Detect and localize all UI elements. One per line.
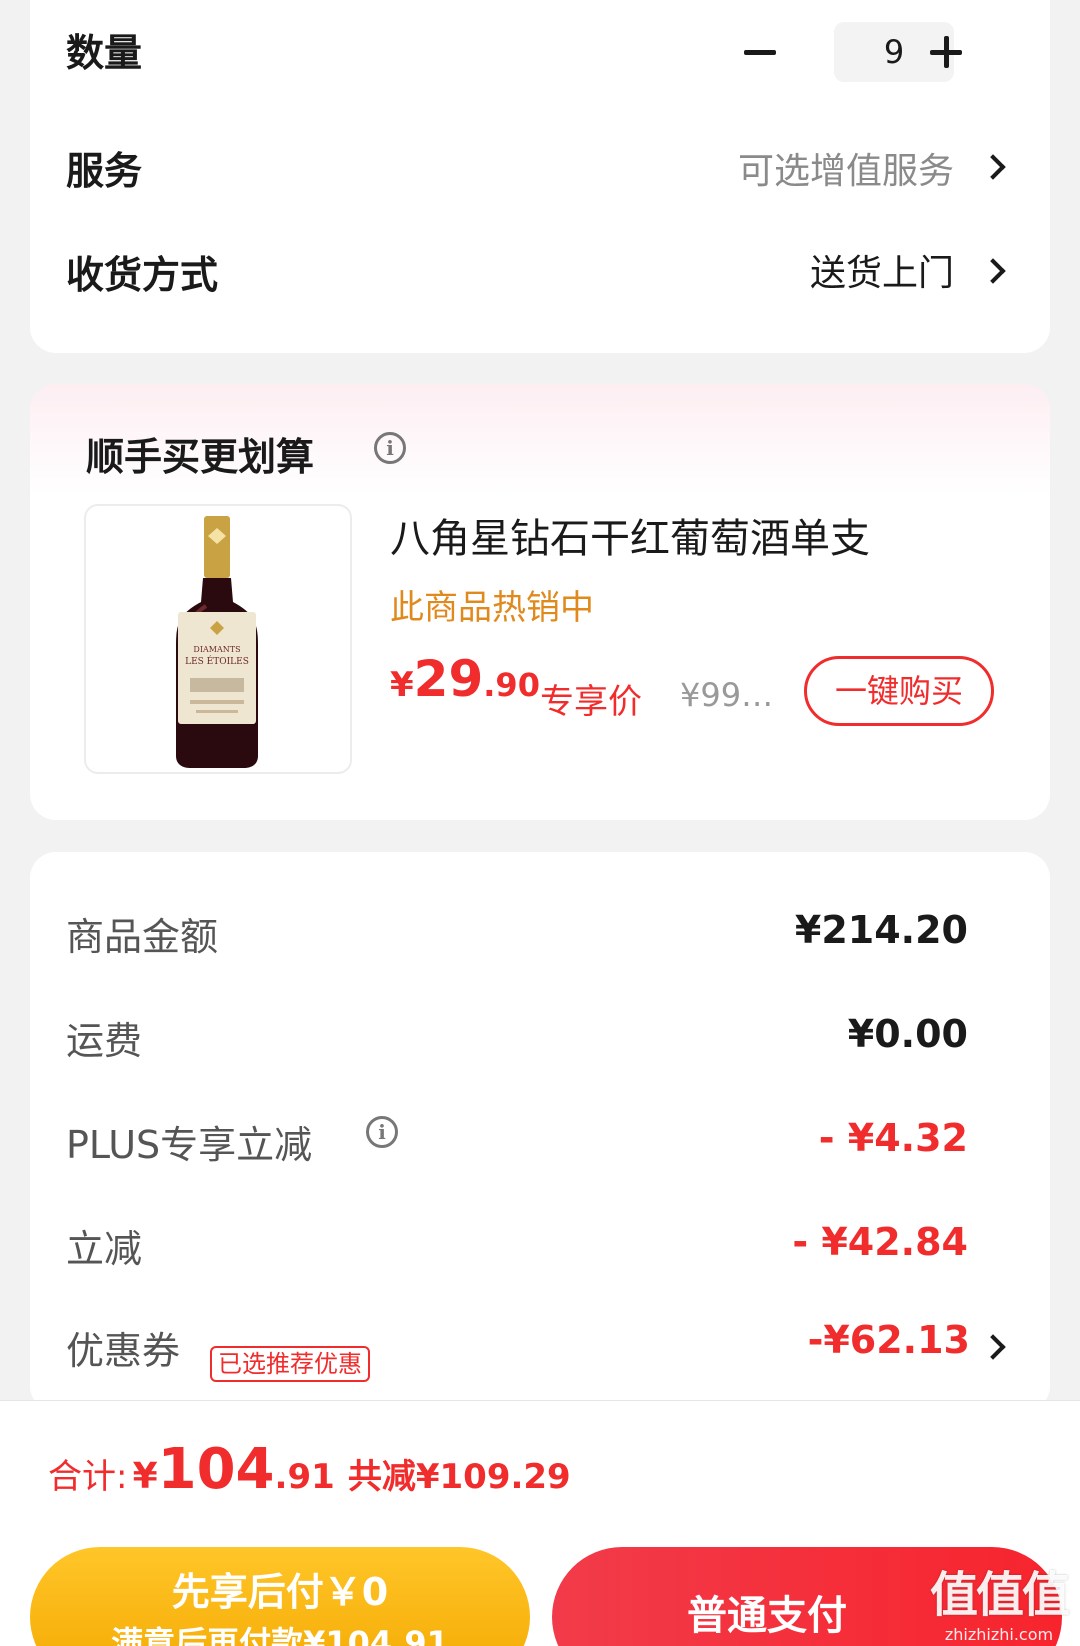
delivery-chevron-icon <box>982 258 1006 282</box>
plus-info-icon[interactable]: i <box>366 1116 398 1148</box>
coupon-value: -¥62.13 <box>807 1318 970 1362</box>
instant-discount-value: - ¥42.84 <box>792 1220 968 1264</box>
recommend-title: 顺手买更划算 <box>86 435 315 479</box>
total-saving: 共减¥109.29 <box>347 1457 571 1497</box>
recommend-card: 顺手买更划算 i DIAMANTS LES ÉTOILES 八角星钻石干红葡萄酒… <box>30 384 1050 820</box>
product-price-currency: ¥ <box>390 665 414 705</box>
product-price-tag: 专享价 <box>540 682 642 722</box>
total-label: 合计: <box>48 1457 128 1497</box>
product-price-dec: .90 <box>483 666 540 704</box>
wine-bottle-icon: DIAMANTS LES ÉTOILES <box>176 516 258 768</box>
shipping-label: 运费 <box>66 1019 143 1063</box>
service-value: 可选增值服务 <box>737 151 954 192</box>
product-hot-text: 此商品热销中 <box>390 588 594 628</box>
delivery-label: 收货方式 <box>66 253 219 297</box>
total-currency: ¥ <box>132 1456 158 1497</box>
wine-label-line1: DIAMANTS <box>193 645 240 654</box>
total-int: 104 <box>157 1437 275 1502</box>
total-dec: .91 <box>274 1457 335 1497</box>
goods-amount-value: ¥214.20 <box>794 908 968 952</box>
order-options-card: 数量 9 服务 可选增值服务 收货方式 送货上门 <box>30 0 1050 353</box>
wine-label-line2: LES ÉTOILES <box>185 655 249 667</box>
price-summary-card: 商品金额 ¥214.20 运费 ¥0.00 PLUS专享立减 i - ¥4.32… <box>30 852 1050 1412</box>
coupon-label: 优惠券 <box>66 1329 181 1373</box>
watermark-sub: zhizhizhi.com <box>944 1625 1054 1644</box>
total-line: 合计: ¥104.91 共减¥109.29 <box>48 1437 571 1502</box>
quantity-label: 数量 <box>66 31 143 75</box>
instant-discount-label: 立减 <box>66 1227 143 1271</box>
watermark-logo: 值值值 zhizhizhi.com <box>929 1555 1070 1644</box>
info-icon[interactable]: i <box>374 432 406 464</box>
product-image[interactable]: DIAMANTS LES ÉTOILES <box>84 504 352 774</box>
service-label: 服务 <box>66 149 143 193</box>
one-click-buy-button[interactable]: 一键购买 <box>804 656 994 726</box>
coupon-tag: 已选推荐优惠 <box>210 1346 370 1382</box>
pay-later-line2: 满意后再付款¥104.91 <box>111 1624 449 1646</box>
plus-discount-label: PLUS专享立减 <box>66 1123 313 1167</box>
product-name[interactable]: 八角星钻石干红葡萄酒单支 <box>390 506 870 564</box>
shipping-value: ¥0.00 <box>847 1012 968 1056</box>
checkout-bar: 合计: ¥104.91 共减¥109.29 先享后付￥0 满意后再付款¥104.… <box>0 1400 1080 1646</box>
product-original-price: ¥99… <box>680 676 774 714</box>
pay-later-button[interactable]: 先享后付￥0 满意后再付款¥104.91 <box>30 1547 530 1646</box>
pay-later-line1: 先享后付￥0 <box>171 1570 389 1614</box>
product-price: ¥29.90 <box>390 650 540 708</box>
service-chevron-icon <box>982 154 1006 178</box>
plus-discount-value: - ¥4.32 <box>818 1116 968 1160</box>
quantity-increase-button[interactable] <box>924 30 968 74</box>
quantity-decrease-button[interactable] <box>738 30 782 74</box>
product-price-int: 29 <box>413 650 484 708</box>
coupon-chevron-icon <box>982 1334 1006 1358</box>
watermark-text: 值值值 <box>929 1567 1070 1623</box>
delivery-value: 送货上门 <box>809 253 954 294</box>
goods-amount-label: 商品金额 <box>66 915 219 959</box>
